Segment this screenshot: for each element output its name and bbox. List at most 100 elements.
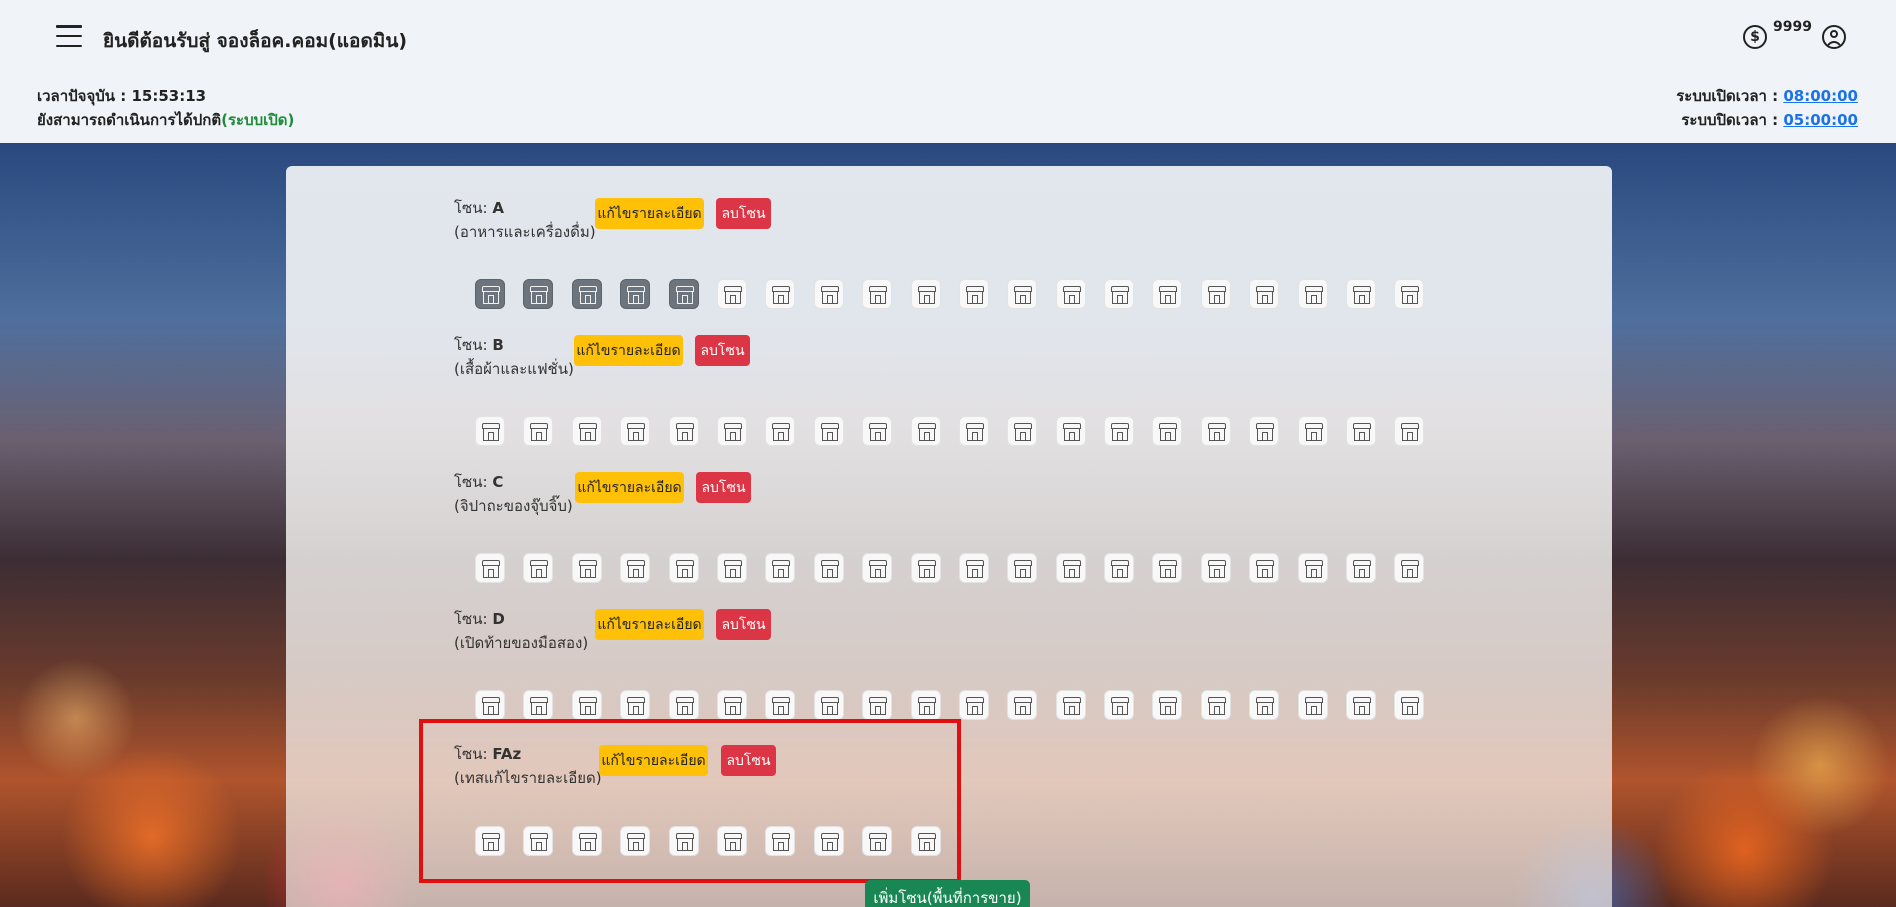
store-icon[interactable] [1249, 690, 1280, 720]
store-icon[interactable] [1007, 553, 1038, 583]
store-icon[interactable] [620, 279, 651, 309]
coin-count: 9999 [1773, 19, 1812, 35]
store-icon[interactable] [571, 553, 602, 583]
store-icon[interactable] [1200, 690, 1231, 720]
store-icon[interactable] [813, 553, 844, 583]
store-icon[interactable] [1346, 690, 1377, 720]
store-icon[interactable] [958, 690, 989, 720]
store-icon[interactable] [1346, 279, 1377, 309]
store-icon[interactable] [1394, 416, 1425, 446]
store-icon[interactable] [910, 690, 941, 720]
edit-zone-button[interactable]: แก้ไขรายละเอียด [575, 472, 684, 503]
zone-description: (จิปาถะของจุ๊บจิ๊บ) [454, 497, 573, 515]
store-icon[interactable] [1346, 416, 1377, 446]
store-icon[interactable] [765, 279, 796, 309]
store-icon[interactable] [620, 690, 651, 720]
store-icon[interactable] [1104, 416, 1135, 446]
store-icon[interactable] [813, 416, 844, 446]
store-icon[interactable] [1297, 279, 1328, 309]
store-icon[interactable] [1200, 553, 1231, 583]
store-icon[interactable] [1152, 279, 1183, 309]
store-icon[interactable] [716, 553, 747, 583]
store-icon[interactable] [1104, 690, 1135, 720]
store-icon[interactable] [1200, 279, 1231, 309]
user-circle-icon[interactable] [1822, 25, 1846, 49]
system-status: ยังสามารถดำเนินการได้ปกติ(ระบบเปิด) [37, 111, 295, 129]
store-icon[interactable] [1200, 416, 1231, 446]
store-icon[interactable] [1394, 553, 1425, 583]
store-icon[interactable] [862, 416, 893, 446]
store-icon[interactable] [1297, 690, 1328, 720]
zone-name-c: โซน: C (จิปาถะของจุ๊บจิ๊บ) [454, 470, 573, 518]
hamburger-menu-icon[interactable] [56, 25, 82, 47]
store-icon[interactable] [716, 690, 747, 720]
store-icon[interactable] [1249, 416, 1280, 446]
store-icon[interactable] [1249, 279, 1280, 309]
open-time-link[interactable]: 08:00:00 [1783, 87, 1858, 105]
store-icon[interactable] [1007, 279, 1038, 309]
store-icon[interactable] [958, 553, 989, 583]
store-icon[interactable] [668, 416, 699, 446]
store-icon[interactable] [523, 416, 554, 446]
delete-zone-button[interactable]: ลบโซน [716, 198, 771, 229]
zone-description: (เสื้อผ้าและแฟชั่น) [454, 360, 574, 378]
edit-zone-button[interactable]: แก้ไขรายละเอียด [595, 609, 704, 640]
edit-zone-button[interactable]: แก้ไขรายละเอียด [595, 198, 704, 229]
store-icon[interactable] [862, 553, 893, 583]
store-icon[interactable] [668, 553, 699, 583]
store-icon[interactable] [1055, 553, 1086, 583]
store-icon[interactable] [571, 416, 602, 446]
store-icon[interactable] [1249, 553, 1280, 583]
edit-zone-button[interactable]: แก้ไขรายละเอียด [574, 335, 683, 366]
store-icon[interactable] [958, 279, 989, 309]
store-icon[interactable] [571, 279, 602, 309]
store-icon[interactable] [1104, 279, 1135, 309]
store-icon[interactable] [620, 416, 651, 446]
store-icon[interactable] [523, 690, 554, 720]
store-icon[interactable] [668, 690, 699, 720]
store-icon[interactable] [1055, 279, 1086, 309]
store-icon[interactable] [1297, 416, 1328, 446]
store-icon[interactable] [862, 690, 893, 720]
store-icon[interactable] [765, 690, 796, 720]
store-icon[interactable] [910, 553, 941, 583]
delete-zone-button[interactable]: ลบโซน [696, 472, 751, 503]
delete-zone-button[interactable]: ลบโซน [695, 335, 750, 366]
store-icon[interactable] [1055, 416, 1086, 446]
store-icon[interactable] [1394, 690, 1425, 720]
store-icon[interactable] [475, 690, 505, 720]
store-icon[interactable] [765, 553, 796, 583]
store-icon[interactable] [620, 553, 651, 583]
store-icon[interactable] [813, 279, 844, 309]
store-icon[interactable] [765, 416, 796, 446]
store-icon[interactable] [668, 279, 699, 309]
store-icon[interactable] [523, 279, 554, 309]
store-icon[interactable] [910, 279, 941, 309]
store-icon[interactable] [475, 279, 505, 309]
store-icon[interactable] [571, 690, 602, 720]
store-icon[interactable] [716, 279, 747, 309]
store-icon[interactable] [813, 690, 844, 720]
store-icon[interactable] [1007, 416, 1038, 446]
store-icon[interactable] [1055, 690, 1086, 720]
add-zone-button[interactable]: เพิ่มโซน(พื้นที่การขาย) [865, 880, 1030, 907]
store-icon[interactable] [1297, 553, 1328, 583]
store-icon[interactable] [910, 416, 941, 446]
store-icon[interactable] [1152, 690, 1183, 720]
store-icon[interactable] [1152, 553, 1183, 583]
store-icon[interactable] [1007, 690, 1038, 720]
store-icon[interactable] [1104, 553, 1135, 583]
store-icon[interactable] [523, 553, 554, 583]
store-icon[interactable] [958, 416, 989, 446]
store-icon[interactable] [475, 553, 505, 583]
store-icon[interactable] [475, 416, 505, 446]
stall-row-b [475, 416, 1425, 446]
store-icon[interactable] [716, 416, 747, 446]
store-icon[interactable] [862, 279, 893, 309]
store-icon[interactable] [1394, 279, 1425, 309]
store-icon[interactable] [1346, 553, 1377, 583]
close-time-link[interactable]: 05:00:00 [1783, 111, 1858, 129]
delete-zone-button[interactable]: ลบโซน [716, 609, 771, 640]
zone-description: (อาหารและเครื่องดื่ม) [454, 223, 596, 241]
store-icon[interactable] [1152, 416, 1183, 446]
